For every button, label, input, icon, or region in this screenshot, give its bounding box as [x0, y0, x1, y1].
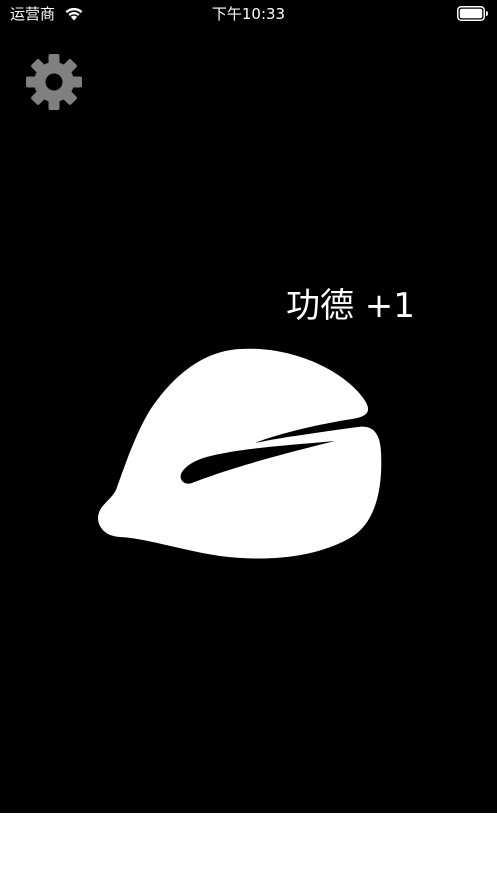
- app-screen: 运营商 下午10:33 功德 +1: [0, 0, 497, 813]
- battery-icon: [457, 6, 489, 21]
- gear-icon: [24, 54, 84, 116]
- status-time: 下午10:33: [211, 5, 286, 23]
- merit-counter-text: 功德 +1: [286, 286, 415, 326]
- wooden-fish-button[interactable]: [90, 340, 390, 570]
- wooden-fish-icon: [90, 348, 390, 574]
- status-bar: 运营商 下午10:33: [0, 0, 497, 28]
- bottom-blank-area: [0, 813, 497, 883]
- settings-button[interactable]: [24, 52, 84, 112]
